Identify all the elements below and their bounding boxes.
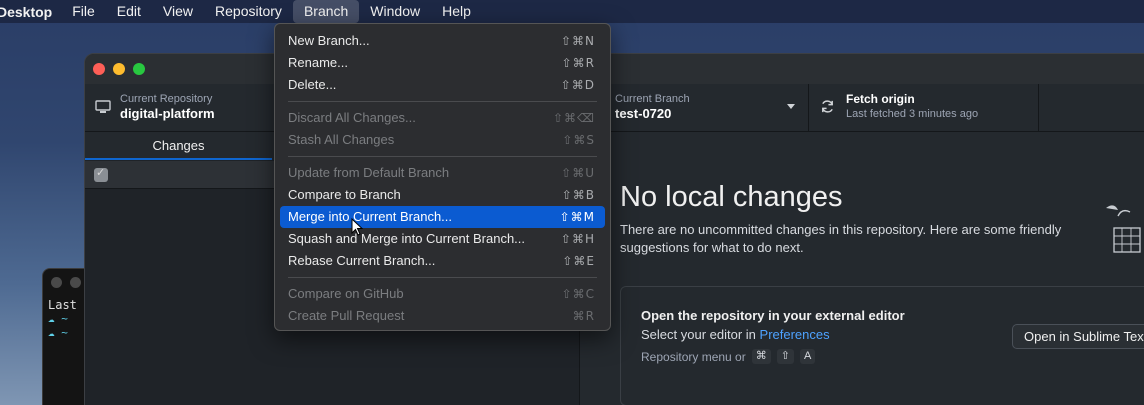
menu-item-label: Rename...	[288, 55, 348, 70]
menu-item-rebase[interactable]: Rebase Current Branch... ⇧⌘E	[280, 250, 605, 272]
shortcut-label: ⇧⌘B	[561, 188, 595, 202]
github-desktop-window: Current Repository digital-platform Curr…	[84, 53, 1144, 405]
a-key: A	[799, 349, 816, 364]
fetch-origin-button[interactable]: Fetch origin Last fetched 3 minutes ago	[809, 84, 1039, 132]
card-shortcut-hint: Repository menu or ⌘ ⇧ A	[641, 349, 816, 364]
menu-branch[interactable]: Branch	[292, 0, 360, 23]
monitor-icon	[95, 100, 111, 113]
tab-changes[interactable]: Changes	[85, 133, 272, 160]
main-content: No local changes There are no uncommitte…	[580, 133, 1144, 405]
shortcut-label: ⇧⌘E	[562, 254, 595, 268]
shortcut-label: ⇧⌘R	[561, 56, 595, 70]
app-name-menu[interactable]: Desktop	[0, 4, 61, 20]
page-title: No local changes	[620, 181, 843, 213]
menu-item-label: Rebase Current Branch...	[288, 253, 436, 268]
menu-item-label: Stash All Changes	[288, 132, 395, 147]
terminal-output: Last ☁ ~ ☁ ~	[48, 298, 77, 340]
menu-item-delete[interactable]: Delete... ⇧⌘D	[280, 74, 605, 96]
menu-help[interactable]: Help	[431, 0, 482, 23]
card-title: Open the repository in your external edi…	[641, 308, 905, 323]
shortcut-label: ⇧⌘M	[559, 210, 595, 224]
current-branch-selector[interactable]: Current Branch test-0720	[602, 84, 809, 132]
terminal-close-light[interactable]	[51, 277, 62, 288]
open-editor-card: Open the repository in your external edi…	[620, 286, 1144, 405]
menu-separator	[288, 156, 597, 157]
menu-item-stash-all-changes: Stash All Changes ⇧⌘S	[280, 129, 605, 151]
terminal-minimize-light[interactable]	[70, 277, 81, 288]
menu-item-discard-all-changes: Discard All Changes... ⇧⌘⌫	[280, 107, 605, 129]
fetch-subtitle: Last fetched 3 minutes ago	[846, 108, 979, 120]
shortcut-label: ⌘R	[572, 309, 595, 323]
menu-item-merge-into-current[interactable]: Merge into Current Branch... ⇧⌘M	[280, 206, 605, 228]
branch-menu-dropdown: New Branch... ⇧⌘N Rename... ⇧⌘R Delete..…	[274, 23, 611, 331]
shortcut-label: ⇧⌘U	[561, 166, 595, 180]
preferences-link[interactable]: Preferences	[760, 327, 830, 342]
repository-name: digital-platform	[120, 106, 215, 121]
mouse-cursor-icon	[351, 218, 363, 236]
menu-item-label: Delete...	[288, 77, 337, 92]
terminal-line: Last	[48, 298, 77, 312]
menu-window[interactable]: Window	[359, 0, 431, 23]
zoom-window-button[interactable]	[133, 63, 145, 75]
open-in-editor-button[interactable]: Open in Sublime Text	[1012, 324, 1144, 349]
menu-item-label: Squash and Merge into Current Branch...	[288, 231, 526, 246]
card-description: Select your editor in Preferences	[641, 327, 830, 342]
app-toolbar: Current Repository digital-platform Curr…	[85, 84, 1144, 132]
menu-item-label: Merge into Current Branch...	[288, 209, 453, 224]
menu-repository[interactable]: Repository	[204, 0, 293, 23]
shortcut-label: ⇧⌘S	[562, 133, 595, 147]
menu-item-label: New Branch...	[288, 33, 370, 48]
branch-name: test-0720	[615, 106, 672, 121]
menu-file[interactable]: File	[61, 0, 106, 23]
menu-view[interactable]: View	[152, 0, 204, 23]
minimize-window-button[interactable]	[113, 63, 125, 75]
repository-label: Current Repository	[120, 93, 213, 105]
shortcut-label: ⇧⌘N	[560, 34, 595, 48]
no-changes-description: There are no uncommitted changes in this…	[620, 222, 1062, 255]
menu-item-label: Create Pull Request	[288, 308, 405, 323]
menu-item-rename[interactable]: Rename... ⇧⌘R	[280, 52, 605, 74]
terminal-prompt: ☁ ~	[48, 326, 68, 339]
menu-item-label: Compare to Branch	[288, 187, 401, 202]
menu-item-compare-to-branch[interactable]: Compare to Branch ⇧⌘B	[280, 184, 605, 206]
plant-illustration-icon	[1106, 205, 1141, 253]
branch-label: Current Branch	[615, 93, 690, 105]
menu-item-label: Update from Default Branch	[288, 165, 450, 180]
select-all-checkbox[interactable]	[94, 166, 108, 182]
terminal-prompt: ☁ ~	[48, 312, 68, 325]
shortcut-label: ⇧⌘⌫	[552, 111, 595, 125]
menu-item-compare-on-github: Compare on GitHub ⇧⌘C	[280, 283, 605, 305]
menu-item-new-branch[interactable]: New Branch... ⇧⌘N	[280, 30, 605, 52]
shortcut-label: ⇧⌘D	[560, 78, 595, 92]
menu-item-update-from-default: Update from Default Branch ⇧⌘U	[280, 162, 605, 184]
close-window-button[interactable]	[93, 63, 105, 75]
menu-edit[interactable]: Edit	[106, 0, 152, 23]
sync-icon	[822, 100, 833, 113]
current-repository-selector[interactable]: Current Repository digital-platform	[85, 84, 275, 132]
menu-separator	[288, 277, 597, 278]
caret-down-icon	[787, 104, 795, 109]
menu-separator	[288, 101, 597, 102]
fetch-title: Fetch origin	[846, 92, 915, 106]
command-key: ⌘	[751, 349, 771, 364]
macos-menu-bar: Desktop File Edit View Repository Branch…	[0, 0, 1144, 23]
card-description-text: Select your editor in	[641, 327, 756, 342]
hint-text: Repository menu or	[641, 349, 746, 364]
window-titlebar	[85, 54, 1144, 84]
menu-item-squash-and-merge[interactable]: Squash and Merge into Current Branch... …	[280, 228, 605, 250]
shortcut-label: ⇧⌘H	[560, 232, 595, 246]
menu-item-label: Discard All Changes...	[288, 110, 416, 125]
menu-item-create-pull-request: Create Pull Request ⌘R	[280, 305, 605, 327]
shortcut-label: ⇧⌘C	[561, 287, 595, 301]
menu-item-label: Compare on GitHub	[288, 286, 404, 301]
shift-key: ⇧	[776, 349, 794, 364]
